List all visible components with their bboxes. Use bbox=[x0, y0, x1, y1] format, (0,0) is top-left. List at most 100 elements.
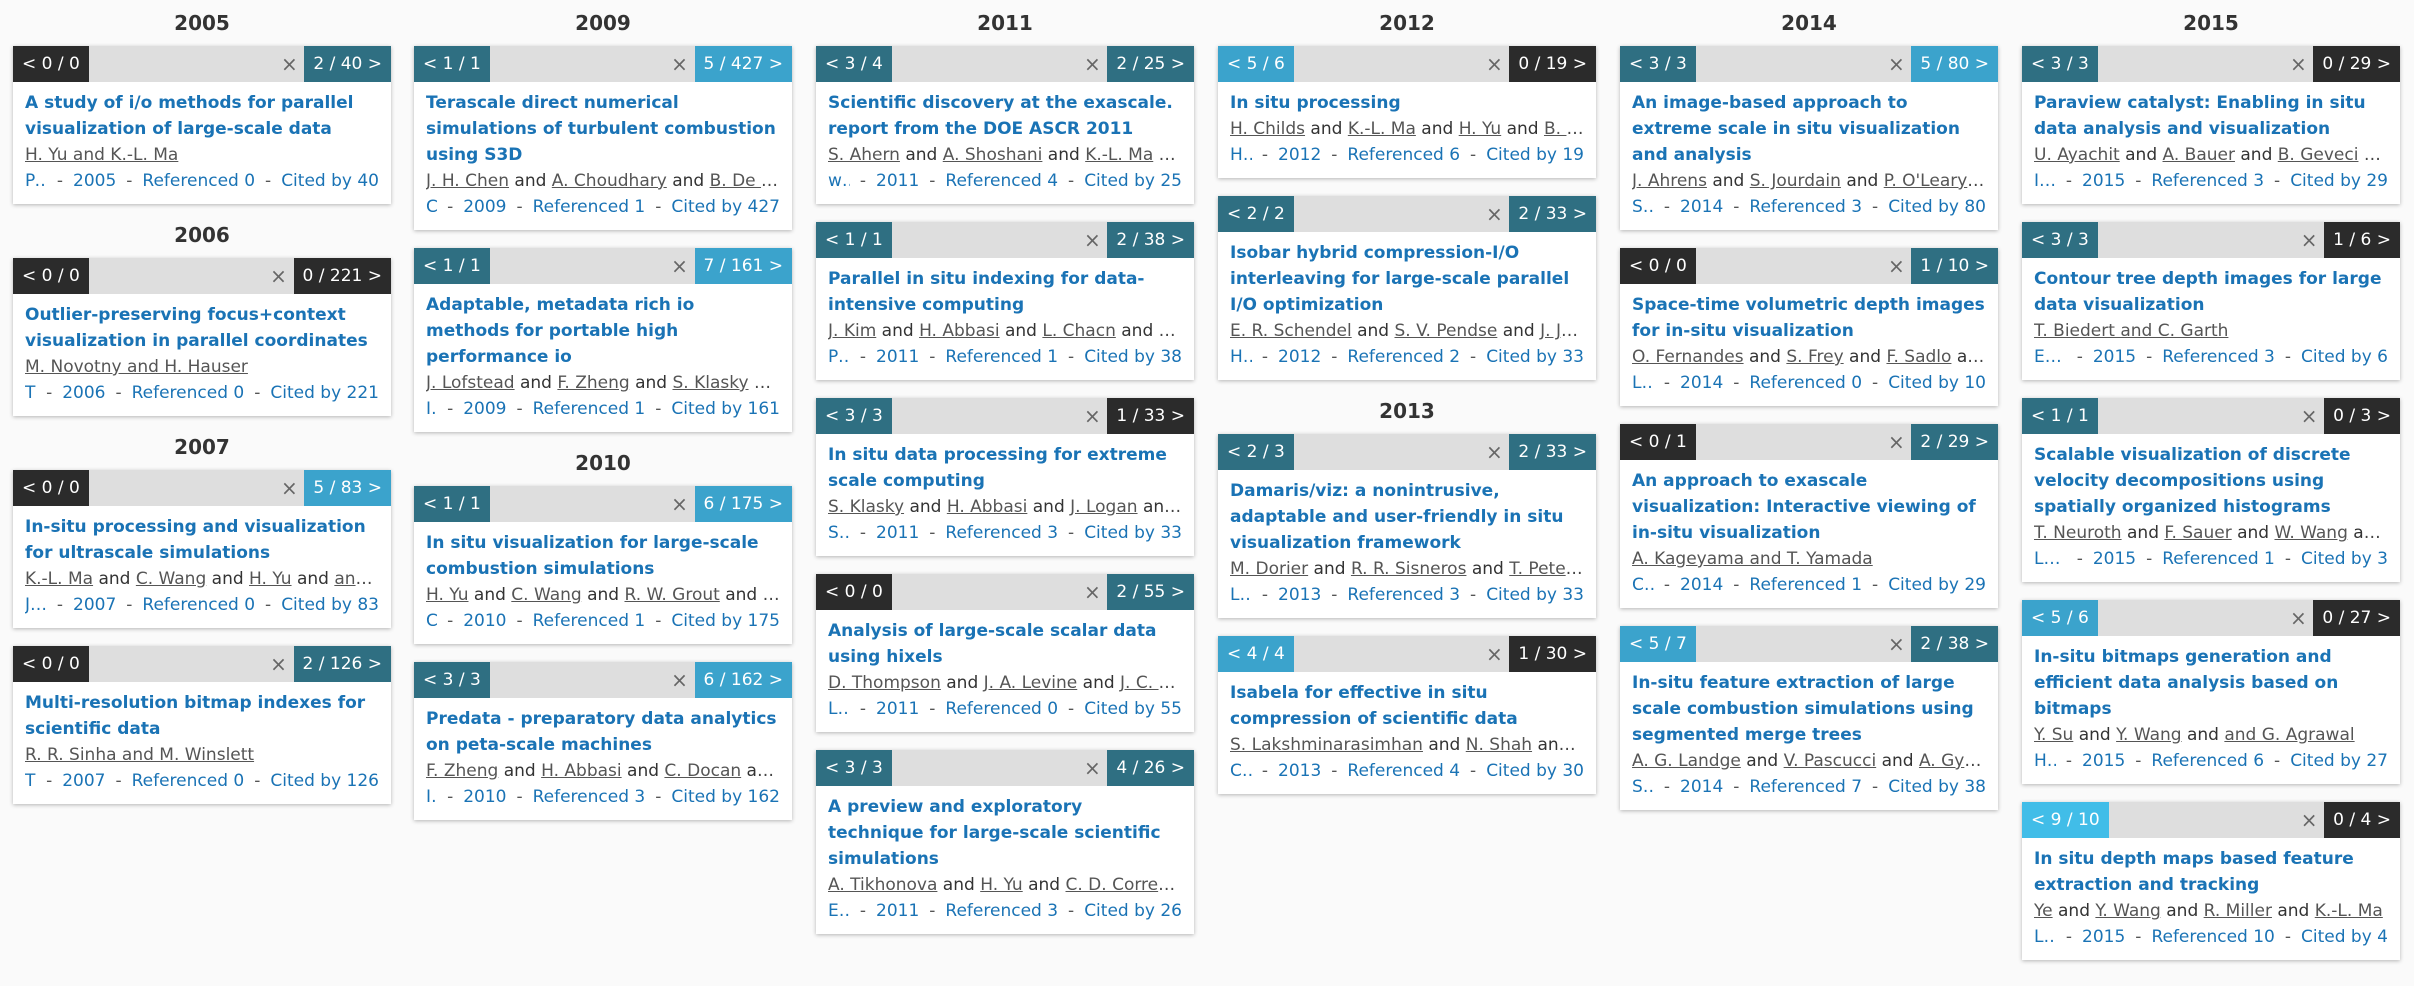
author-link[interactable]: R. Miller bbox=[2204, 901, 2272, 921]
cited-by-nav-button[interactable]: 1 / 6 > bbox=[2324, 222, 2400, 258]
close-icon[interactable]: × bbox=[274, 46, 304, 82]
year-link[interactable]: 2010 bbox=[463, 784, 506, 810]
paper-title-link[interactable]: In-situ processing and visualization for… bbox=[25, 514, 379, 566]
referenced-count-link[interactable]: Referenced 0 bbox=[142, 168, 255, 194]
author-link[interactable]: K.-L. Ma bbox=[2315, 901, 2383, 921]
author-link[interactable]: E. R. Schendel bbox=[1230, 321, 1352, 341]
cited-by-nav-button[interactable]: 0 / 29 > bbox=[2313, 46, 2400, 82]
cited-by-count-link[interactable]: Cited by 6 bbox=[2301, 344, 2388, 370]
close-icon[interactable]: × bbox=[1881, 248, 1911, 284]
close-icon[interactable]: × bbox=[1077, 222, 1107, 258]
close-icon[interactable]: × bbox=[264, 646, 294, 682]
year-link[interactable]: 2014 bbox=[1680, 370, 1723, 396]
author-link[interactable]: B. Whitlock bbox=[1544, 119, 1584, 139]
author-link[interactable]: A. Tikhonova bbox=[828, 875, 937, 895]
author-link[interactable]: S. Lakshminarasimhan bbox=[1230, 735, 1423, 755]
author-link[interactable]: H. Abbasi bbox=[541, 761, 622, 781]
referenced-nav-button[interactable]: < 0 / 0 bbox=[1620, 248, 1696, 284]
author-link[interactable]: C. Wang bbox=[136, 569, 206, 589]
venue-link[interactable]: LDAV bbox=[1632, 370, 1654, 396]
close-icon[interactable]: × bbox=[665, 662, 695, 698]
cited-by-count-link[interactable]: Cited by 40 bbox=[281, 168, 379, 194]
close-icon[interactable]: × bbox=[2283, 46, 2313, 82]
author-link[interactable]: K.-L. Ma bbox=[1085, 145, 1153, 165]
cited-by-nav-button[interactable]: 0 / 19 > bbox=[1509, 46, 1596, 82]
author-link[interactable]: S. Ethier bbox=[1575, 735, 1584, 755]
cited-by-count-link[interactable]: Cited by 30 bbox=[1486, 758, 1584, 784]
author-link[interactable]: A. Shoshani bbox=[943, 145, 1043, 165]
referenced-nav-button[interactable]: < 0 / 0 bbox=[816, 574, 892, 610]
author-link[interactable]: J. C. Bennett bbox=[1120, 673, 1182, 693]
close-icon[interactable]: × bbox=[665, 46, 695, 82]
year-link[interactable]: 2014 bbox=[1680, 572, 1723, 598]
author-link[interactable]: B. De Supinski bbox=[710, 171, 780, 191]
author-link[interactable]: H. Yu bbox=[426, 585, 469, 605]
cited-by-count-link[interactable]: Cited by 38 bbox=[1084, 344, 1182, 370]
author-link[interactable]: H. Yu bbox=[249, 569, 292, 589]
year-link[interactable]: 2011 bbox=[876, 898, 919, 924]
author-link[interactable]: S. Frey bbox=[1786, 347, 1843, 367]
paper-title-link[interactable]: Isabela for effective in situ compressio… bbox=[1230, 680, 1584, 732]
paper-title-link[interactable]: A study of i/o methods for parallel visu… bbox=[25, 90, 379, 142]
author-link[interactable]: R. R. Sisneros bbox=[1351, 559, 1467, 579]
close-icon[interactable]: × bbox=[1479, 46, 1509, 82]
cited-by-count-link[interactable]: Cited by 38 bbox=[1888, 774, 1986, 800]
referenced-nav-button[interactable]: < 5 / 6 bbox=[2022, 600, 2098, 636]
close-icon[interactable]: × bbox=[1479, 636, 1509, 672]
year-link[interactable]: 2015 bbox=[2082, 748, 2125, 774]
venue-link[interactable]: Comp… bbox=[426, 194, 437, 220]
paper-title-link[interactable]: Damaris/viz: a nonintrusive, adaptable a… bbox=[1230, 478, 1584, 556]
venue-link[interactable]: IPDPS bbox=[426, 784, 437, 810]
referenced-nav-button[interactable]: < 1 / 1 bbox=[2022, 398, 2098, 434]
referenced-count-link[interactable]: Referenced 3 bbox=[533, 784, 646, 810]
referenced-nav-button[interactable]: < 0 / 0 bbox=[13, 46, 89, 82]
cited-by-count-link[interactable]: Cited by 10 bbox=[1888, 370, 1986, 396]
cited-by-nav-button[interactable]: 5 / 80 > bbox=[1911, 46, 1998, 82]
cited-by-nav-button[interactable]: 6 / 175 > bbox=[694, 486, 792, 522]
referenced-count-link[interactable]: Referenced 1 bbox=[1749, 572, 1862, 598]
author-link[interactable]: O. Fernandes bbox=[1632, 347, 1744, 367]
paper-title-link[interactable]: Contour tree depth images for large data… bbox=[2034, 266, 2388, 318]
author-link[interactable]: R. R. Sinha and M. Winslett bbox=[25, 745, 254, 765]
author-link[interactable]: M. Novotny and H. Hauser bbox=[25, 357, 248, 377]
cited-by-nav-button[interactable]: 2 / 25 > bbox=[1107, 46, 1194, 82]
year-link[interactable]: 2007 bbox=[73, 592, 116, 618]
year-link[interactable]: 2011 bbox=[876, 696, 919, 722]
referenced-nav-button[interactable]: < 0 / 0 bbox=[13, 258, 89, 294]
paper-title-link[interactable]: Scalable visualization of discrete veloc… bbox=[2034, 442, 2388, 520]
author-link[interactable]: B. Geveci bbox=[2278, 145, 2359, 165]
author-link[interactable]: J. Logan bbox=[1070, 497, 1137, 517]
author-link[interactable]: J. H. Chen bbox=[426, 171, 509, 191]
author-link[interactable]: S. Jourdain bbox=[1750, 171, 1841, 191]
cited-by-count-link[interactable]: Cited by 83 bbox=[281, 592, 379, 618]
referenced-count-link[interactable]: Referenced 3 bbox=[1347, 582, 1460, 608]
venue-link[interactable]: High P… bbox=[1230, 142, 1252, 168]
referenced-count-link[interactable]: Referenced 0 bbox=[945, 696, 1058, 722]
referenced-count-link[interactable]: Referenced 0 bbox=[1749, 370, 1862, 396]
referenced-nav-button[interactable]: < 1 / 1 bbox=[816, 222, 892, 258]
paper-title-link[interactable]: An image-based approach to extreme scale… bbox=[1632, 90, 1986, 168]
author-link[interactable]: H. Yu bbox=[1459, 119, 1502, 139]
paper-title-link[interactable]: Outlier-preserving focus+context visuali… bbox=[25, 302, 379, 354]
author-link[interactable]: W. Wang bbox=[2274, 523, 2347, 543]
author-link[interactable]: K.-L. Ma bbox=[25, 569, 93, 589]
author-link[interactable]: F. Sauer bbox=[2164, 523, 2231, 543]
referenced-count-link[interactable]: Referenced 4 bbox=[1347, 758, 1460, 784]
paper-title-link[interactable]: Predata - preparatory data analytics on … bbox=[426, 706, 780, 758]
paper-title-link[interactable]: In situ data processing for extreme scal… bbox=[828, 442, 1182, 494]
year-link[interactable]: 2012 bbox=[1278, 142, 1321, 168]
paper-title-link[interactable]: Analysis of large-scale scalar data usin… bbox=[828, 618, 1182, 670]
cited-by-nav-button[interactable]: 2 / 40 > bbox=[304, 46, 391, 82]
close-icon[interactable]: × bbox=[1077, 398, 1107, 434]
venue-link[interactable]: SC bbox=[1632, 194, 1654, 220]
close-icon[interactable]: × bbox=[1077, 750, 1107, 786]
year-link[interactable]: 2014 bbox=[1680, 194, 1723, 220]
venue-link[interactable]: Proc. o… bbox=[828, 344, 850, 370]
referenced-nav-button[interactable]: < 3 / 3 bbox=[2022, 222, 2098, 258]
cited-by-nav-button[interactable]: 0 / 4 > bbox=[2324, 802, 2400, 838]
close-icon[interactable]: × bbox=[1881, 626, 1911, 662]
author-link[interactable]: A. G. Landge bbox=[1632, 751, 1741, 771]
referenced-nav-button[interactable]: < 3 / 3 bbox=[816, 398, 892, 434]
cited-by-count-link[interactable]: Cited by 33 bbox=[1486, 344, 1584, 370]
close-icon[interactable]: × bbox=[665, 248, 695, 284]
